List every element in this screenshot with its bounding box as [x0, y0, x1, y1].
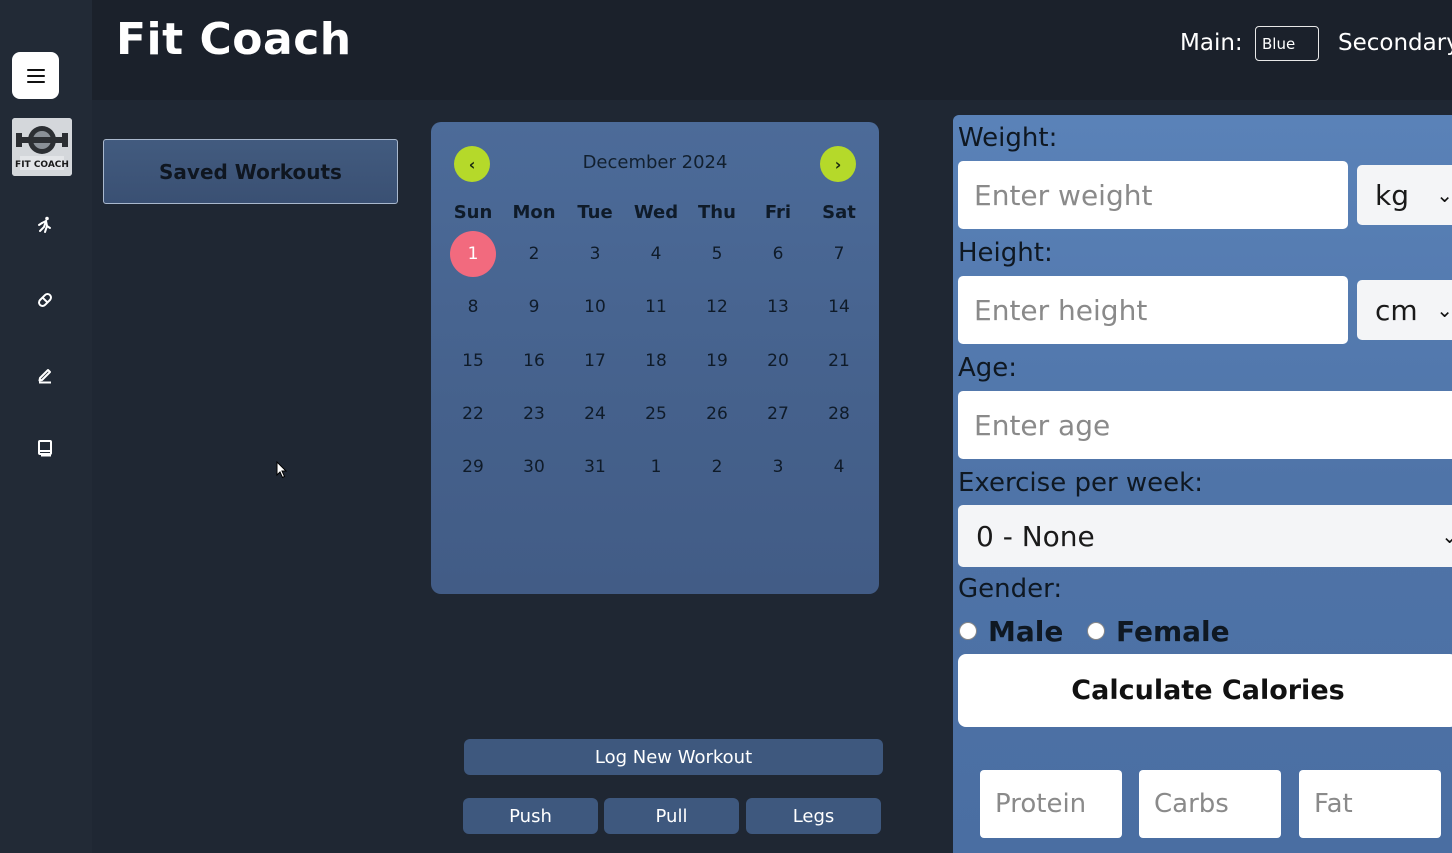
carbs-field[interactable]: Carbs [1139, 770, 1281, 838]
calendar-day[interactable]: 9 [511, 284, 557, 330]
gender-label: Gender: [958, 574, 1063, 604]
main-theme-label: Main: [1180, 30, 1243, 56]
calendar-day[interactable]: 2 [511, 231, 557, 277]
calendar-day[interactable]: 31 [572, 444, 618, 490]
weight-unit-select[interactable]: kg ⌄ [1357, 165, 1452, 225]
weekday-label: Fri [764, 202, 792, 223]
calendar-day[interactable]: 2 [694, 444, 740, 490]
fat-field[interactable]: Fat [1299, 770, 1441, 838]
running-icon[interactable] [33, 213, 57, 237]
age-label: Age: [958, 353, 1018, 383]
fit-coach-logo: FIT COACH [12, 118, 72, 176]
calendar-day[interactable]: 17 [572, 338, 618, 384]
weekday-label: Tue [577, 202, 613, 223]
calendar-day[interactable]: 7 [816, 231, 862, 277]
pill-icon[interactable] [33, 288, 57, 312]
menu-bar [26, 74, 45, 77]
sidebar: FIT COACH [0, 0, 92, 853]
weight-label: Weight: [958, 123, 1058, 153]
calendar-day[interactable]: 29 [450, 444, 496, 490]
calendar-day[interactable]: 25 [633, 391, 679, 437]
calendar-day[interactable]: 23 [511, 391, 557, 437]
weekday-label: Thu [698, 202, 736, 223]
exercise-value: 0 - None [976, 519, 1095, 553]
calendar-day[interactable]: 18 [633, 338, 679, 384]
weight-input[interactable]: Enter weight [958, 161, 1348, 229]
calendar-day[interactable]: 28 [816, 391, 862, 437]
calendar-day[interactable]: 10 [572, 284, 618, 330]
calendar-day[interactable]: 13 [755, 284, 801, 330]
main-theme-input[interactable]: Blue [1255, 26, 1319, 61]
calendar-day[interactable]: 1 [450, 231, 496, 277]
calendar-day[interactable]: 20 [755, 338, 801, 384]
calendar-day[interactable]: 8 [450, 284, 496, 330]
next-month-button[interactable]: › [820, 146, 856, 182]
weekday-label: Sun [453, 202, 493, 223]
calendar-day[interactable]: 24 [572, 391, 618, 437]
weight-unit-value: kg [1375, 178, 1409, 212]
calendar-day[interactable]: 30 [511, 444, 557, 490]
weekday-label: Sat [822, 202, 856, 223]
app-title: Fit Coach [116, 14, 352, 65]
svg-text:FIT COACH: FIT COACH [15, 160, 69, 170]
weekday-label: Mon [512, 202, 556, 223]
height-unit-select[interactable]: cm ⌄ [1357, 280, 1452, 340]
gender-female-label: Female [1116, 615, 1230, 648]
calorie-form: Weight: Enter weight kg ⌄ Height: Enter … [953, 115, 1452, 853]
legs-button[interactable]: Legs [746, 798, 881, 834]
calendar-month-label: December 2024 [582, 152, 728, 173]
calendar-day[interactable]: 6 [755, 231, 801, 277]
menu-bar [26, 68, 45, 71]
calendar-day[interactable]: 5 [694, 231, 740, 277]
gender-female-radio[interactable] [1087, 622, 1105, 640]
chevron-down-icon: ⌄ [1441, 524, 1452, 548]
calendar-day[interactable]: 3 [755, 444, 801, 490]
calendar-day[interactable]: 4 [816, 444, 862, 490]
calendar-day[interactable]: 3 [572, 231, 618, 277]
calendar-day[interactable]: 22 [450, 391, 496, 437]
chevron-down-icon: ⌄ [1436, 298, 1452, 322]
calendar-day[interactable]: 12 [694, 284, 740, 330]
header: Fit Coach Main: Blue Secondary: [92, 0, 1452, 100]
menu-bar [26, 80, 45, 83]
calendar-day[interactable]: 14 [816, 284, 862, 330]
calendar: ‹ December 2024 › Sun Mon Tue Wed Thu Fri Sat 1… [431, 122, 879, 594]
calendar-day[interactable]: 26 [694, 391, 740, 437]
menu-toggle-button[interactable] [12, 52, 59, 99]
age-input[interactable]: Enter age [958, 391, 1452, 459]
calendar-day[interactable]: 11 [633, 284, 679, 330]
height-input[interactable]: Enter height [958, 276, 1348, 344]
calendar-day[interactable]: 1 [633, 444, 679, 490]
mouse-cursor-icon [276, 461, 288, 479]
calendar-day[interactable]: 19 [694, 338, 740, 384]
weekday-label: Wed [633, 202, 679, 223]
height-label: Height: [958, 238, 1053, 268]
calculate-calories-button[interactable]: Calculate Calories [958, 654, 1452, 727]
exercise-label: Exercise per week: [958, 468, 1203, 498]
calendar-day[interactable]: 15 [450, 338, 496, 384]
secondary-theme-label: Secondary: [1338, 30, 1452, 56]
log-new-workout-button[interactable]: Log New Workout [464, 739, 883, 775]
calendar-day[interactable]: 16 [511, 338, 557, 384]
saved-workouts-button[interactable]: Saved Workouts [103, 139, 398, 204]
book-icon[interactable] [33, 436, 57, 460]
height-unit-value: cm [1375, 293, 1418, 327]
chevron-down-icon: ⌄ [1436, 183, 1452, 207]
calendar-day[interactable]: 4 [633, 231, 679, 277]
calendar-day[interactable]: 21 [816, 338, 862, 384]
pull-button[interactable]: Pull [604, 798, 739, 834]
exercise-select[interactable]: 0 - None ⌄ [958, 505, 1452, 567]
push-button[interactable]: Push [463, 798, 598, 834]
gender-male-radio[interactable] [959, 622, 977, 640]
gender-male-label: Male [988, 615, 1064, 648]
pencil-icon[interactable] [33, 362, 57, 386]
calendar-day[interactable]: 27 [755, 391, 801, 437]
protein-field[interactable]: Protein [980, 770, 1122, 838]
